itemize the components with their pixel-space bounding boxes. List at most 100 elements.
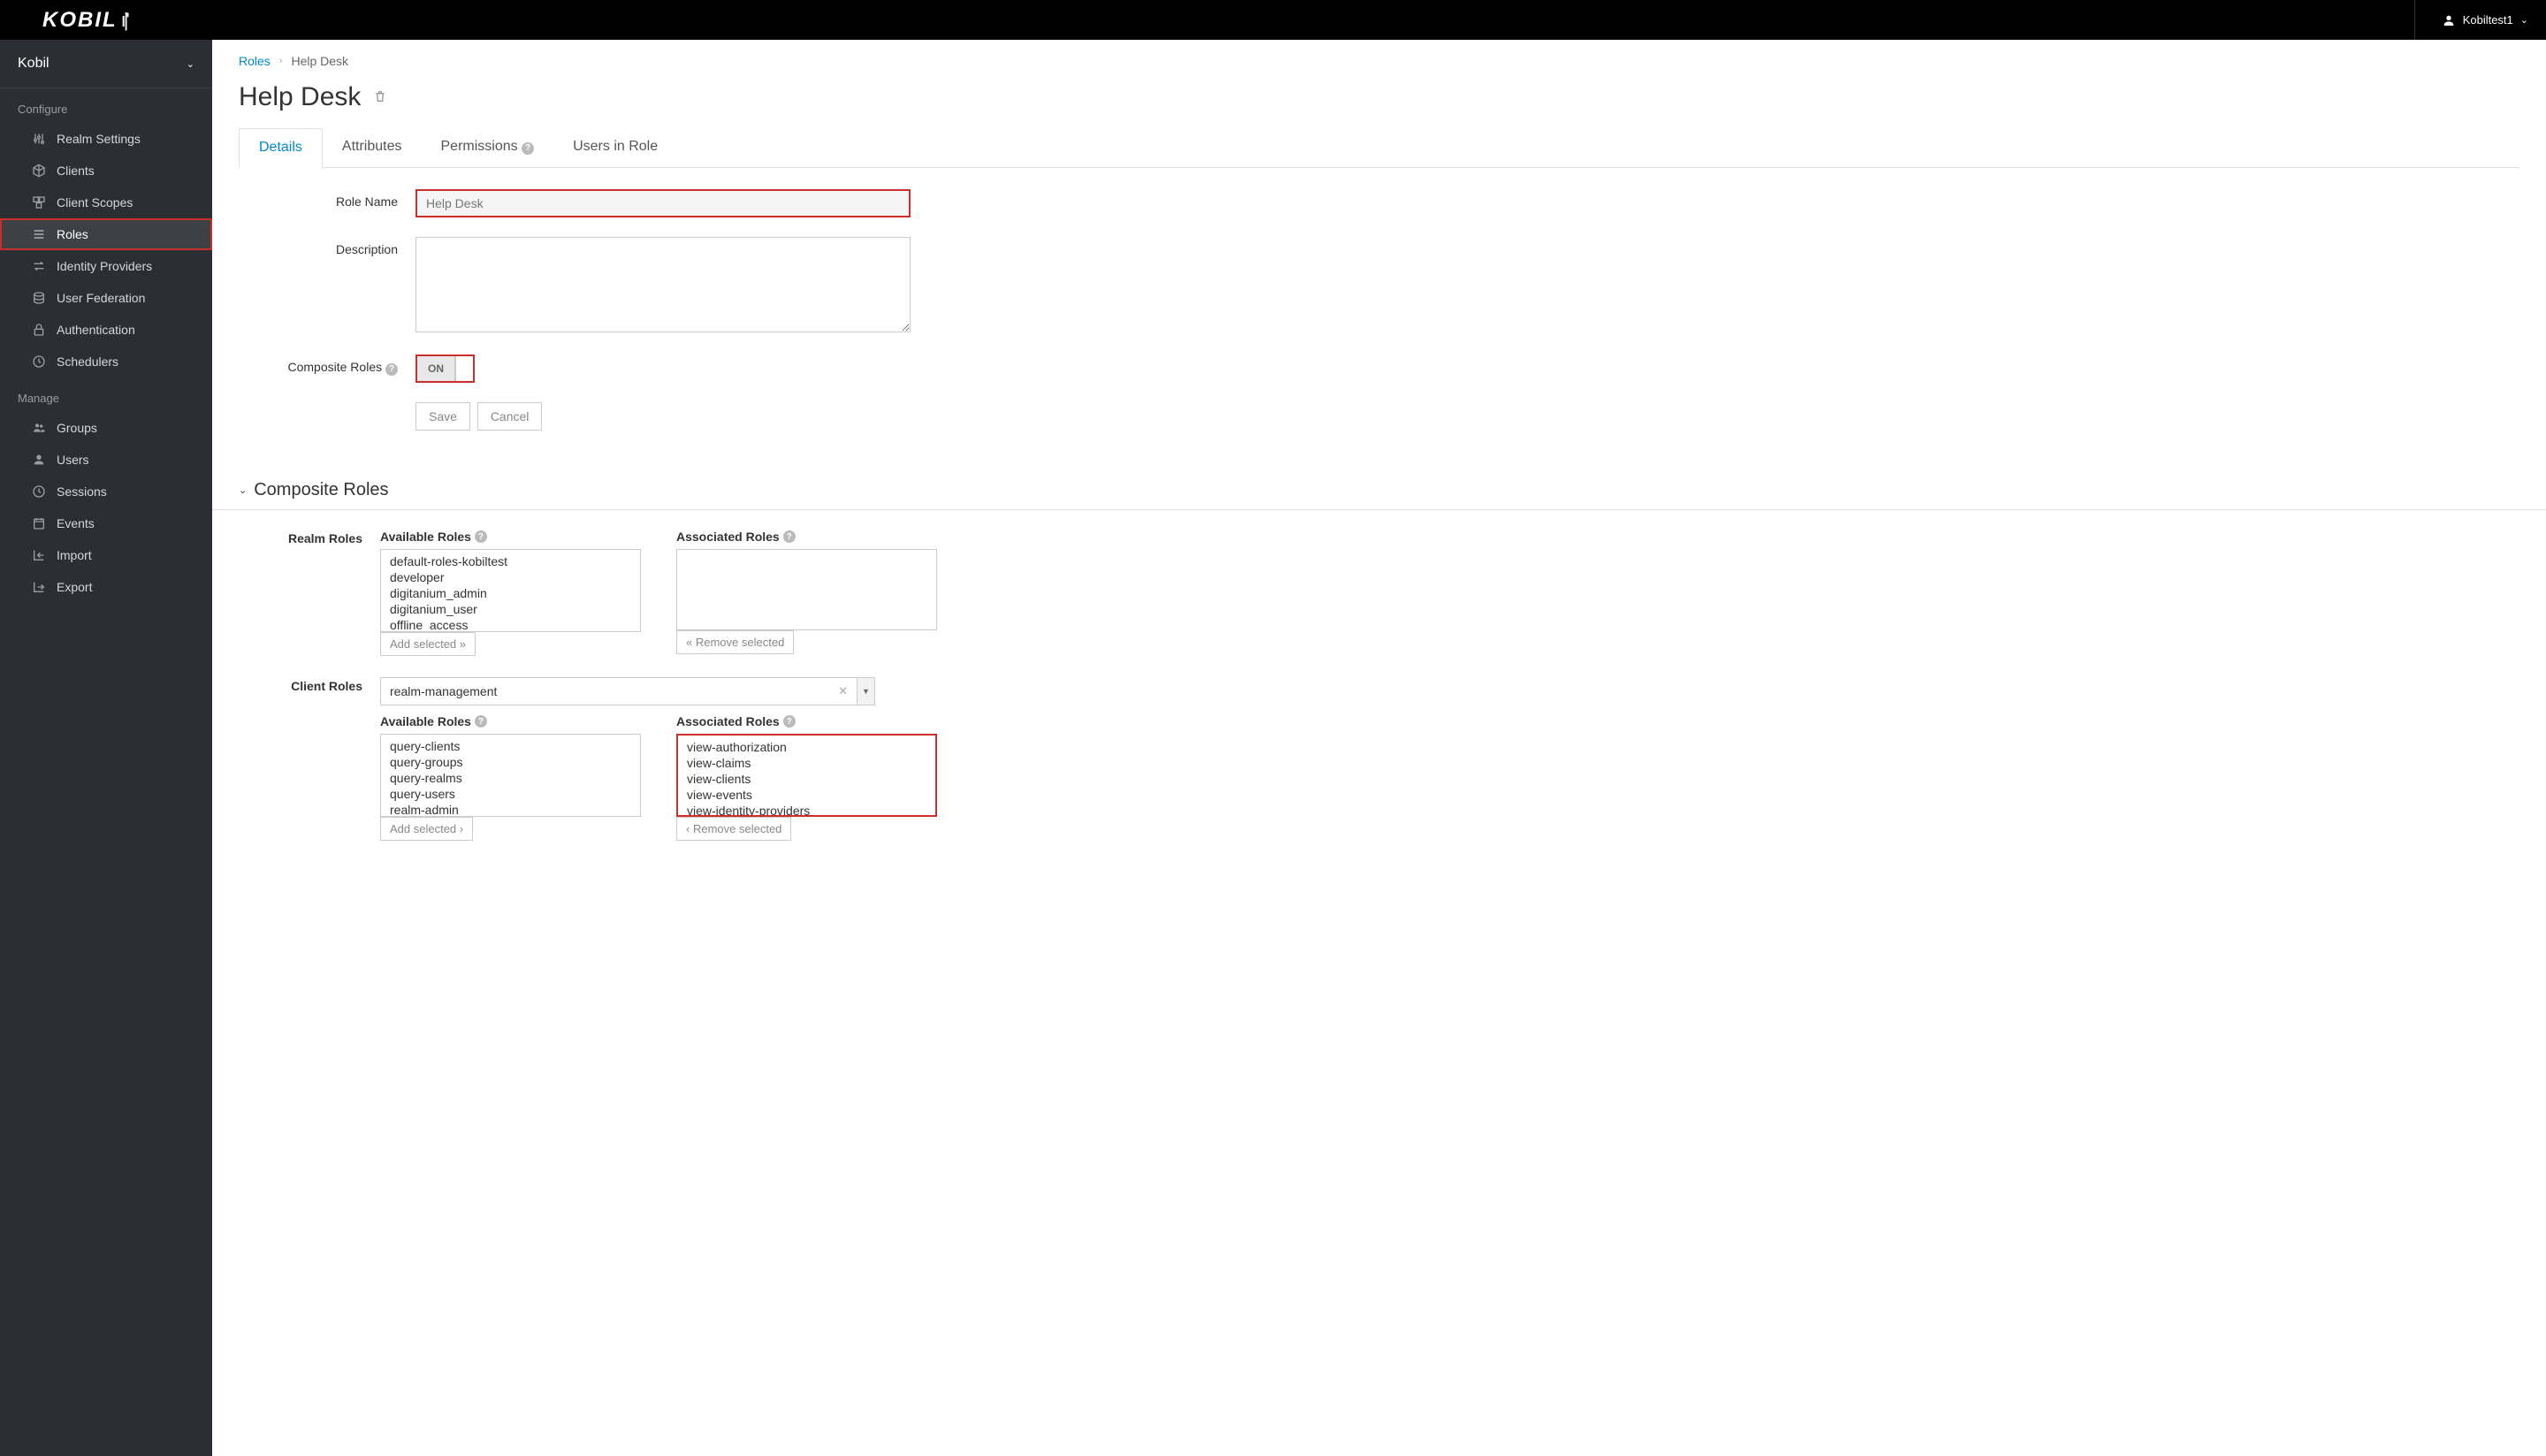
list-item[interactable]: view-authorization (678, 739, 935, 755)
tab-users-in-role[interactable]: Users in Role (553, 128, 677, 167)
sidebar-item-client-scopes[interactable]: Client Scopes (0, 187, 212, 218)
add-selected-client-button[interactable]: Add selected › (380, 817, 473, 841)
cancel-button[interactable]: Cancel (477, 402, 543, 431)
list-item[interactable]: query-realms (381, 770, 640, 786)
sidebar-item-label: Users (57, 453, 89, 467)
realm-selector[interactable]: Kobil ⌄ (0, 40, 212, 88)
sidebar-item-label: Export (57, 580, 92, 594)
list-item[interactable]: offline_access (381, 617, 640, 632)
export-icon (32, 580, 46, 594)
sidebar-item-users[interactable]: Users (0, 444, 212, 476)
help-icon: ? (385, 363, 398, 376)
cube-icon (32, 164, 46, 178)
tab-attributes[interactable]: Attributes (323, 128, 422, 167)
client-associated-roles-list[interactable]: view-authorizationview-claimsview-client… (676, 734, 937, 817)
sidebar-item-label: Authentication (57, 323, 135, 337)
users-icon (32, 421, 46, 435)
list-item[interactable]: developer (381, 569, 640, 585)
list-item[interactable]: query-users (381, 786, 640, 802)
remove-selected-client-button[interactable]: ‹ Remove selected (676, 817, 791, 841)
user-icon (2442, 13, 2456, 27)
list-item[interactable]: realm-admin (381, 802, 640, 817)
sidebar-item-schedulers[interactable]: Schedulers (0, 346, 212, 377)
composite-roles-section-header[interactable]: ⌄ Composite Roles (212, 471, 2546, 510)
associated-roles-label: Associated Roles ? (676, 714, 937, 728)
clear-icon[interactable]: ✕ (838, 684, 848, 698)
list-item[interactable]: view-identity-providers (678, 803, 935, 817)
dropdown-toggle-button[interactable]: ▼ (858, 677, 875, 705)
save-button[interactable]: Save (415, 402, 470, 431)
sidebar-section-manage: Manage (0, 377, 212, 412)
sidebar-item-label: Import (57, 548, 92, 562)
brand-mark-icon: ı|' (121, 9, 127, 32)
client-select-value: realm-management (390, 684, 497, 698)
sidebar-item-label: Realm Settings (57, 132, 141, 146)
available-roles-label: Available Roles ? (380, 530, 641, 544)
sidebar-item-export[interactable]: Export (0, 571, 212, 603)
sidebar-item-realm-settings[interactable]: Realm Settings (0, 123, 212, 155)
available-roles-label: Available Roles ? (380, 714, 641, 728)
sidebar-item-label: User Federation (57, 291, 145, 305)
brand-text: KOBIL (42, 8, 118, 33)
sliders-icon (32, 132, 46, 146)
list-item[interactable]: query-clients (381, 738, 640, 754)
tab-details[interactable]: Details (239, 128, 323, 168)
page-title: Help Desk (239, 82, 361, 112)
lock-icon (32, 323, 46, 337)
help-icon: ? (475, 715, 487, 728)
delete-button[interactable] (373, 89, 387, 106)
breadcrumb-current: Help Desk (291, 54, 348, 68)
chevron-down-icon: ⌄ (2520, 14, 2528, 26)
triangle-down-icon: ▼ (862, 687, 870, 696)
user-name: Kobiltest1 (2463, 13, 2513, 27)
sidebar-item-events[interactable]: Events (0, 507, 212, 539)
breadcrumb-parent-link[interactable]: Roles (239, 54, 271, 68)
sidebar-item-user-federation[interactable]: User Federation (0, 282, 212, 314)
chevron-right-icon: › (460, 822, 463, 835)
composite-roles-label: Composite Roles ? (239, 354, 415, 376)
tabs: Details Attributes Permissions ? Users i… (239, 128, 2519, 168)
sidebar-section-configure: Configure (0, 88, 212, 123)
list-item[interactable]: query-groups (381, 754, 640, 770)
sidebar-item-label: Roles (57, 227, 88, 241)
realm-associated-roles-list[interactable] (676, 549, 937, 630)
sidebar-item-label: Groups (57, 421, 97, 435)
sidebar-item-clients[interactable]: Clients (0, 155, 212, 187)
sidebar: Kobil ⌄ Configure Realm Settings Clients… (0, 40, 212, 1456)
sidebar-item-authentication[interactable]: Authentication (0, 314, 212, 346)
list-item[interactable]: view-claims (678, 755, 935, 771)
chevron-down-icon: ⌄ (187, 58, 194, 70)
sidebar-item-import[interactable]: Import (0, 539, 212, 571)
description-textarea[interactable] (415, 237, 911, 332)
sidebar-item-label: Events (57, 516, 95, 530)
sidebar-item-sessions[interactable]: Sessions (0, 476, 212, 507)
role-name-label: Role Name (239, 189, 415, 209)
sidebar-item-label: Clients (57, 164, 95, 178)
realm-available-roles-list[interactable]: default-roles-kobiltestdeveloperdigitani… (380, 549, 641, 632)
section-title: Composite Roles (254, 480, 388, 500)
description-label: Description (239, 237, 415, 256)
user-menu[interactable]: Kobiltest1 ⌄ (2414, 0, 2528, 40)
add-selected-realm-button[interactable]: Add selected » (380, 632, 476, 656)
sidebar-item-roles[interactable]: Roles (0, 218, 212, 250)
tab-permissions[interactable]: Permissions ? (422, 128, 554, 167)
sidebar-item-label: Identity Providers (57, 259, 152, 273)
sidebar-item-identity-providers[interactable]: Identity Providers (0, 250, 212, 282)
cubes-icon (32, 195, 46, 210)
topbar: KOBIL ı|' Kobiltest1 ⌄ (0, 0, 2546, 40)
list-item[interactable]: digitanium_user (381, 601, 640, 617)
role-name-input[interactable] (415, 189, 911, 217)
associated-roles-label: Associated Roles ? (676, 530, 937, 544)
realm-roles-label: Realm Roles (239, 530, 380, 545)
list-item[interactable]: digitanium_admin (381, 585, 640, 601)
chevron-left-icon: ‹ (686, 822, 690, 835)
user-icon (32, 453, 46, 467)
remove-selected-realm-button[interactable]: « Remove selected (676, 630, 794, 654)
client-select[interactable]: realm-management ✕ ▼ (380, 677, 875, 705)
list-item[interactable]: default-roles-kobiltest (381, 553, 640, 569)
list-item[interactable]: view-events (678, 787, 935, 803)
list-item[interactable]: view-clients (678, 771, 935, 787)
client-available-roles-list[interactable]: query-clientsquery-groupsquery-realmsque… (380, 734, 641, 817)
sidebar-item-groups[interactable]: Groups (0, 412, 212, 444)
composite-roles-toggle[interactable]: ON (415, 354, 475, 383)
